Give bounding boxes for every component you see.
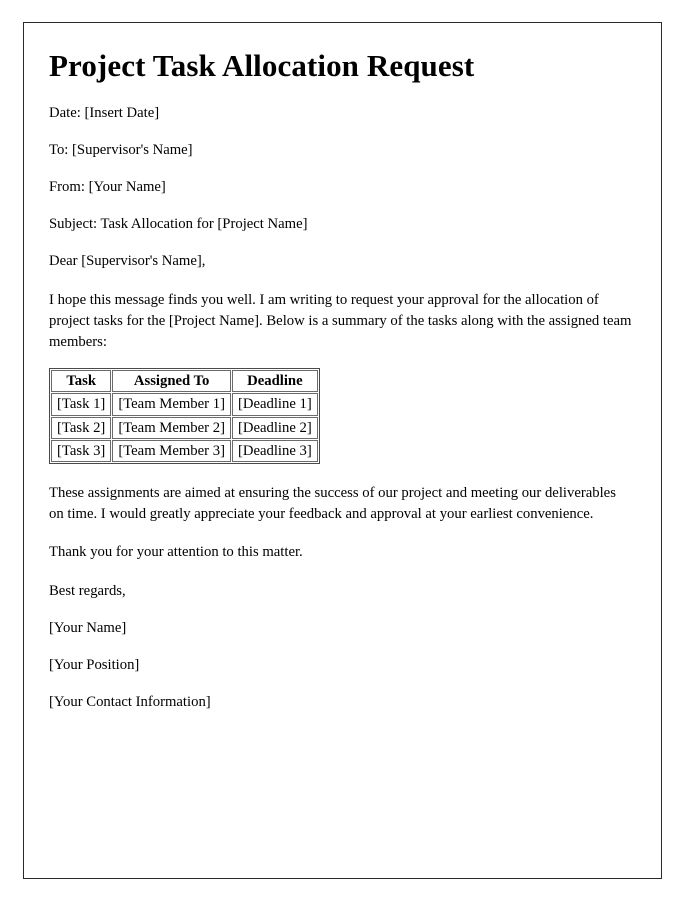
page-title: Project Task Allocation Request [49, 48, 475, 83]
cell-task: [Task 2] [51, 416, 112, 440]
meta-field-subject: Subject: Task Allocation for [Project Na… [49, 216, 308, 233]
cell-deadline: [Deadline 2] [231, 416, 318, 440]
intro-paragraph: I hope this message finds you well. I am… [49, 292, 632, 351]
cell-deadline: [Deadline 1] [231, 393, 318, 416]
meta-field-to: To: [Supervisor's Name] [49, 141, 193, 158]
signature-name: [Your Name] [49, 619, 127, 636]
signature-position: [Your Position] [49, 656, 140, 673]
cell-assigned-to: [Team Member 2] [112, 416, 231, 440]
task-allocation-table: Task Assigned To Deadline [Task 1] [Team… [49, 367, 320, 465]
salutation: Dear [Supervisor's Name], [49, 253, 206, 270]
table-row: [Task 3] [Team Member 3] [Deadline 3] [51, 440, 318, 463]
cell-deadline: [Deadline 3] [231, 440, 318, 463]
cell-assigned-to: [Team Member 3] [112, 440, 231, 463]
cell-assigned-to: [Team Member 1] [112, 393, 231, 416]
table-body: [Task 1] [Team Member 1] [Deadline 1] [T… [51, 393, 318, 463]
column-header-assigned-to: Assigned To [112, 369, 231, 393]
document-page-frame: Project Task Allocation Request Date: [I… [23, 22, 662, 879]
table-row: [Task 1] [Team Member 1] [Deadline 1] [51, 393, 318, 416]
table-header-row: Task Assigned To Deadline [51, 369, 318, 393]
table-row: [Task 2] [Team Member 2] [Deadline 2] [51, 416, 318, 440]
table-head: Task Assigned To Deadline [51, 369, 318, 393]
closing-paragraph: These assignments are aimed at ensuring … [49, 485, 616, 523]
cell-task: [Task 1] [51, 393, 112, 416]
signature-contact: [Your Contact Information] [49, 694, 211, 711]
document-body: Project Task Allocation Request Date: [I… [49, 48, 633, 712]
meta-field-from: From: [Your Name] [49, 178, 166, 195]
thanks-paragraph: Thank you for your attention to this mat… [49, 544, 303, 561]
cell-task: [Task 3] [51, 440, 112, 463]
meta-field-date: Date: [Insert Date] [49, 104, 160, 121]
signature-valediction: Best regards, [49, 582, 126, 599]
column-header-deadline: Deadline [231, 369, 318, 393]
column-header-task: Task [51, 369, 112, 393]
